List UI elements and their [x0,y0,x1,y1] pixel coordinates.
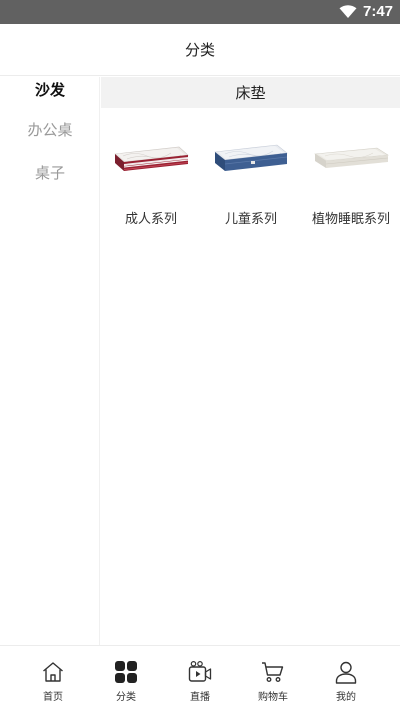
product-label: 成人系列 [124,212,177,227]
status-time: 7:47 [363,3,394,20]
category-content: 床垫 成人系列 儿童系列 植物睡眠系列 [101,77,400,645]
mattress-red-trim-icon [114,146,189,171]
product-plant-sleep-series[interactable]: 植物睡眠系列 [301,77,400,227]
status-bar: 7:47 [0,0,400,24]
bottom-tab-bar: 首页 分类 直播 购物车 我的 [0,645,400,710]
tab-label: 直播 [190,692,210,703]
live-video-icon [188,660,212,682]
wifi-icon [339,5,357,18]
mattress-white-icon [314,147,389,168]
category-grid-icon [115,661,137,683]
mattress-blue-icon [214,144,288,171]
sidebar-item-office-desk[interactable]: 办公桌 [0,115,100,143]
home-icon [43,662,63,682]
sidebar-item-label: 桌子 [34,163,65,182]
tab-cart[interactable]: 购物车 [233,646,313,711]
product-label: 儿童系列 [224,212,277,227]
page-header: 分类 [0,24,400,76]
cart-icon [262,662,284,682]
sidebar-item-label: 沙发 [34,80,65,99]
page-title: 分类 [184,41,215,59]
tab-category[interactable]: 分类 [86,646,166,711]
product-adult-series[interactable]: 成人系列 [101,77,201,227]
sidebar-item-sofa[interactable]: 沙发 [0,75,100,103]
product-label: 植物睡眠系列 [311,212,390,227]
user-icon [335,661,357,684]
tab-label: 购物车 [258,692,288,703]
tab-label: 分类 [116,692,136,703]
tab-label: 我的 [336,692,356,703]
sidebar-item-table[interactable]: 桌子 [0,158,100,186]
category-sidebar: 沙发 办公桌 桌子 [0,77,100,645]
tab-profile[interactable]: 我的 [306,646,386,711]
tab-live[interactable]: 直播 [160,646,240,711]
product-kids-series[interactable]: 儿童系列 [201,77,301,227]
tab-home[interactable]: 首页 [13,646,93,711]
sidebar-item-label: 办公桌 [27,120,73,139]
tab-label: 首页 [43,692,63,703]
